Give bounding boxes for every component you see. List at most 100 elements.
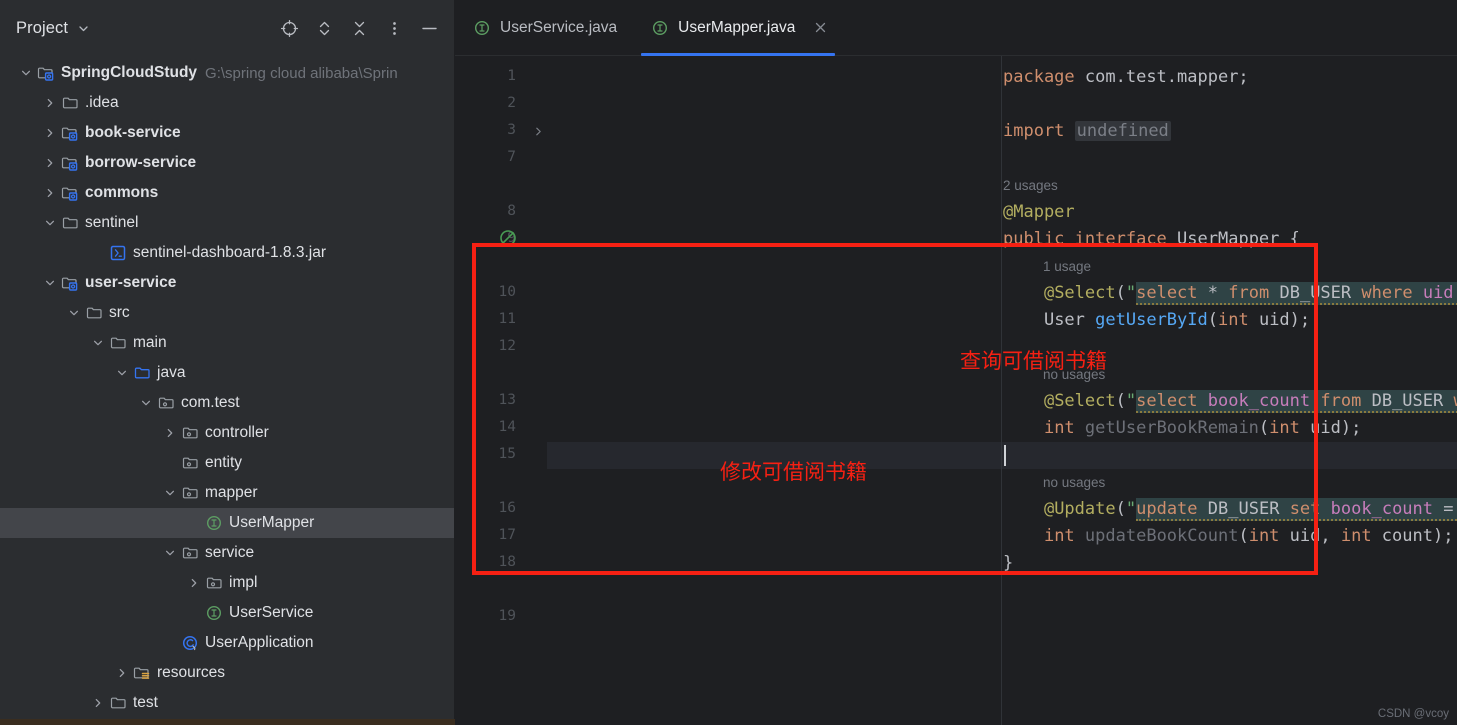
tree-item[interactable]: controller xyxy=(0,418,454,448)
line-number: 14 xyxy=(498,419,516,435)
chevron-right-icon[interactable] xyxy=(90,695,106,711)
chevron-right-icon[interactable] xyxy=(162,425,178,441)
module-folder-icon xyxy=(37,64,55,82)
chevron-down-icon[interactable] xyxy=(66,305,82,321)
tree-item[interactable]: com.test xyxy=(0,388,454,418)
code-line-select-1[interactable]: @Select("select * from DB_USER where uid… xyxy=(1003,280,1457,307)
tree-item[interactable]: borrow-service xyxy=(0,148,454,178)
collapse-all-icon[interactable] xyxy=(348,17,370,39)
tree-item[interactable]: sentinel-dashboard-1.8.3.jar xyxy=(0,238,454,268)
chevron-right-icon[interactable] xyxy=(42,95,58,111)
folder-icon xyxy=(109,694,127,712)
code-line-method-1[interactable]: User getUserById(int uid); xyxy=(1003,307,1310,334)
close-icon[interactable] xyxy=(814,20,827,37)
tree-item[interactable]: UserService xyxy=(0,598,454,628)
package-icon xyxy=(157,394,175,412)
chevron-down-icon[interactable] xyxy=(138,395,154,411)
inlay-usage-hint[interactable]: no usages xyxy=(1043,473,1105,493)
editor-tab-label: UserService.java xyxy=(500,19,618,36)
line-number: 16 xyxy=(498,500,516,516)
code-editor[interactable]: 1 2 3 7 8 9 10 11 12 13 14 15 16 17 18 19 2 usages 1 usa… xyxy=(455,56,1457,725)
code-line-update[interactable]: @Update("update DB_USER set book_count =… xyxy=(1003,496,1457,523)
tree-item[interactable]: src xyxy=(0,298,454,328)
package-icon xyxy=(205,574,223,592)
fold-expand-icon[interactable] xyxy=(533,124,544,142)
tree-item[interactable]: impl xyxy=(0,568,454,598)
tree-item[interactable]: book-service xyxy=(0,118,454,148)
chevron-down-icon[interactable] xyxy=(162,485,178,501)
hide-panel-icon[interactable] xyxy=(418,17,440,39)
chevron-right-icon[interactable] xyxy=(42,125,58,141)
tree-item-label: sentinel-dashboard-1.8.3.jar xyxy=(133,244,327,261)
code-line-close-brace[interactable]: } xyxy=(1003,550,1013,577)
watermark: CSDN @vcoy xyxy=(1377,708,1449,720)
more-options-icon[interactable] xyxy=(383,17,405,39)
chevron-right-icon[interactable] xyxy=(42,185,58,201)
note-update-borrowable-books: 修改可借阅书籍 xyxy=(720,460,867,484)
tree-item-label: service xyxy=(205,544,255,561)
tree-item-label: commons xyxy=(85,184,159,201)
tree-item-label: user-service xyxy=(85,274,177,291)
interface-icon xyxy=(205,514,223,532)
tree-item-label: borrow-service xyxy=(85,154,197,171)
chevron-down-icon[interactable] xyxy=(42,275,58,291)
tree-item[interactable]: .idea xyxy=(0,88,454,118)
status-strip xyxy=(0,719,455,725)
inlay-usage-hint[interactable]: 1 usage xyxy=(1043,257,1091,277)
code-line-method-3[interactable]: int updateBookCount(int uid, int count); xyxy=(1003,523,1454,550)
line-number: 12 xyxy=(498,338,516,354)
tree-item[interactable]: java xyxy=(0,358,454,388)
gutter-divider xyxy=(1001,56,1002,725)
tree-item-selected[interactable]: UserMapper xyxy=(0,508,454,538)
chevron-down-icon[interactable] xyxy=(162,545,178,561)
tree-item-label: controller xyxy=(205,424,269,441)
folder-icon xyxy=(109,334,127,352)
tree-item[interactable]: user-service xyxy=(0,268,454,298)
chevron-right-icon[interactable] xyxy=(42,155,58,171)
editor-tab[interactable]: UserService.java xyxy=(455,0,633,56)
chevron-right-icon[interactable] xyxy=(114,665,130,681)
line-number: 10 xyxy=(498,284,516,300)
tree-item-label: mapper xyxy=(205,484,258,501)
module-folder-icon xyxy=(61,274,79,292)
tree-item[interactable]: main xyxy=(0,328,454,358)
tree-item[interactable]: mapper xyxy=(0,478,454,508)
inlay-usage-hint[interactable]: 2 usages xyxy=(1003,176,1058,196)
project-tree[interactable]: SpringCloudStudy G:\spring cloud alibaba\… xyxy=(0,56,454,718)
line-number: 8 xyxy=(507,203,516,219)
tree-item[interactable]: commons xyxy=(0,178,454,208)
tree-item-label: UserMapper xyxy=(229,514,315,531)
code-line-select-2[interactable]: @Select("select book_count from DB_USER … xyxy=(1003,388,1457,415)
tree-item[interactable]: SpringCloudStudy G:\spring cloud alibaba\… xyxy=(0,58,454,88)
code-line-package[interactable]: package com.test.mapper; xyxy=(1003,64,1249,91)
code-line-mapper-annotation[interactable]: @Mapper xyxy=(1003,199,1075,226)
chevron-down-icon[interactable] xyxy=(90,335,106,351)
package-icon xyxy=(181,424,199,442)
expand-collapse-icon[interactable] xyxy=(313,17,335,39)
chevron-down-icon[interactable] xyxy=(18,65,34,81)
fold-placeholder[interactable]: undefined xyxy=(1074,121,1171,141)
code-line-interface-decl[interactable]: public interface UserMapper { xyxy=(1003,226,1300,253)
tree-item[interactable]: sentinel xyxy=(0,208,454,238)
resource-root-icon xyxy=(133,664,151,682)
locate-icon[interactable] xyxy=(278,17,300,39)
tree-item[interactable]: test xyxy=(0,688,454,718)
package-icon xyxy=(181,484,199,502)
editor-gutter[interactable]: 1 2 3 7 8 9 10 11 12 13 14 15 16 17 18 19 xyxy=(455,56,547,725)
tree-item-label: main xyxy=(133,334,167,351)
tree-item[interactable]: service xyxy=(0,538,454,568)
chevron-down-icon[interactable] xyxy=(114,365,130,381)
tree-item[interactable]: UserApplication xyxy=(0,628,454,658)
chevron-down-icon[interactable] xyxy=(42,215,58,231)
editor-tab[interactable]: UserMapper.java xyxy=(633,0,843,56)
tree-item-label: .idea xyxy=(85,94,119,111)
tree-item[interactable]: resources xyxy=(0,658,454,688)
chevron-down-icon[interactable] xyxy=(77,22,90,35)
implemented-marker-icon[interactable] xyxy=(499,229,517,252)
panel-title: Project xyxy=(16,18,69,37)
code-line-import[interactable]: import undefined xyxy=(1003,118,1171,145)
tree-item[interactable]: entity xyxy=(0,448,454,478)
chevron-right-icon[interactable] xyxy=(186,575,202,591)
code-line-method-2[interactable]: int getUserBookRemain(int uid); xyxy=(1003,415,1361,442)
ide-window: Project SpringCloudStudy G:\spring cloud… xyxy=(0,0,1457,725)
